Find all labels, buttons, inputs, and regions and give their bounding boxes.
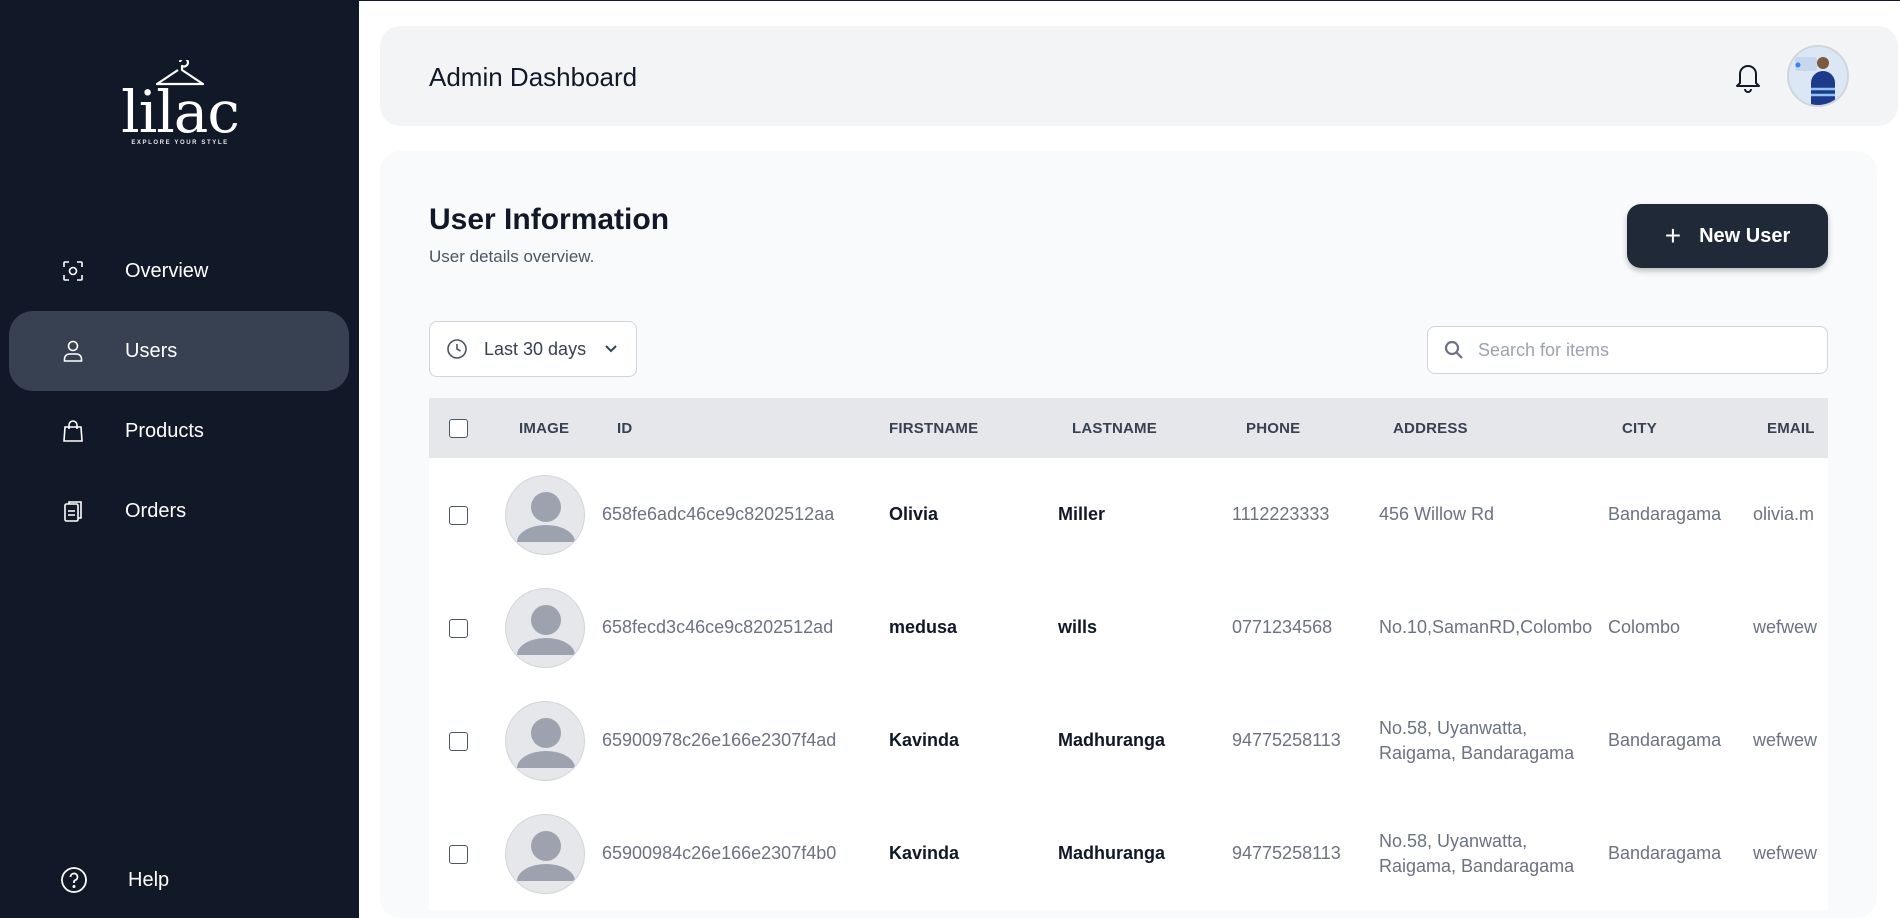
address-line1: No.58, Uyanwatta, — [1379, 717, 1528, 738]
user-lastname: Miller — [1058, 504, 1106, 524]
sidebar-nav: Overview Users Products Orders — [9, 231, 349, 551]
new-user-label: New User — [1699, 224, 1791, 247]
sidebar-item-label: Products — [125, 419, 204, 442]
user-avatar-placeholder — [505, 813, 585, 894]
select-all-checkbox[interactable] — [449, 418, 468, 438]
user-email: wefwew — [1753, 730, 1818, 750]
section-title: User Information — [429, 203, 670, 236]
sidebar-item-label: Orders — [125, 499, 187, 522]
sidebar-item-label: Users — [125, 339, 178, 362]
user-city: Colombo — [1608, 617, 1681, 637]
user-firstname: medusa — [889, 617, 958, 637]
sidebar-item-overview[interactable]: Overview — [9, 231, 349, 311]
user-email: wefwew — [1753, 843, 1818, 863]
column-header-lastname[interactable]: LASTNAME — [1058, 398, 1232, 458]
overview-icon — [61, 259, 85, 283]
clock-icon — [447, 339, 467, 359]
address-line2: Raigama, Bandaragama — [1379, 742, 1575, 763]
column-header-id[interactable]: ID — [602, 398, 875, 458]
row-checkbox[interactable] — [449, 618, 468, 638]
user-id: 65900978c26e166e2307f4ad — [602, 730, 837, 750]
table-row[interactable]: 65900984c26e166e2307f4b0 Kavinda Madhura… — [429, 797, 1828, 910]
user-city: Bandaragama — [1608, 504, 1722, 524]
users-table: IMAGE ID FIRSTNAME LASTNAME PHONE ADDRES… — [429, 398, 1828, 910]
brand-logo[interactable]: lilac EXPLORE YOUR STYLE — [115, 60, 245, 160]
user-lastname: Madhuranga — [1058, 843, 1166, 863]
user-information-panel: User Information User details overview. … — [380, 151, 1877, 918]
user-id: 658fecd3c46ce9c8202512ad — [602, 617, 834, 637]
row-checkbox[interactable] — [449, 844, 468, 864]
user-phone: 1112223333 — [1232, 504, 1330, 524]
table-header-row: IMAGE ID FIRSTNAME LASTNAME PHONE ADDRES… — [429, 398, 1828, 458]
user-avatar-placeholder — [505, 474, 585, 555]
row-checkbox[interactable] — [449, 731, 468, 751]
brand-tagline: EXPLORE YOUR STYLE — [131, 140, 229, 146]
column-header-email[interactable]: EMAIL — [1753, 398, 1828, 458]
user-avatar-placeholder — [505, 700, 585, 781]
user-phone: 0771234568 — [1232, 617, 1333, 637]
help-icon — [61, 867, 87, 893]
user-address: No.58, Uyanwatta, Raigama, Bandaragama — [1379, 797, 1608, 910]
new-user-button[interactable]: + New User — [1627, 204, 1828, 268]
top-border — [359, 0, 1900, 1]
clipboard-icon — [61, 499, 85, 523]
user-id: 658fe6adc46ce9c8202512aa — [602, 504, 835, 524]
user-lastname: wills — [1058, 617, 1098, 637]
date-range-label: Last 30 days — [484, 338, 587, 359]
column-header-image[interactable]: IMAGE — [490, 398, 602, 458]
user-address: No.58, Uyanwatta, Raigama, Bandaragama — [1379, 684, 1608, 797]
search-icon — [1444, 340, 1463, 359]
section-subtitle: User details overview. — [429, 247, 595, 266]
user-firstname: Kavinda — [889, 730, 960, 750]
sidebar: lilac EXPLORE YOUR STYLE Overview Users — [0, 0, 359, 918]
user-email: wefwew — [1753, 617, 1818, 637]
user-avatar-placeholder — [505, 587, 585, 668]
notification-bell-icon[interactable] — [1733, 61, 1763, 93]
user-phone: 94775258113 — [1232, 730, 1341, 750]
user-icon — [61, 339, 85, 363]
column-header-address[interactable]: ADDRESS — [1379, 398, 1608, 458]
address-line1: No.58, Uyanwatta, — [1379, 830, 1528, 851]
table-row[interactable]: 658fecd3c46ce9c8202512ad medusa wills 07… — [429, 571, 1828, 684]
top-header: Admin Dashboard — [380, 26, 1898, 126]
search-box — [1427, 326, 1828, 374]
shopping-bag-icon — [61, 419, 85, 443]
user-city: Bandaragama — [1608, 730, 1722, 750]
search-input[interactable] — [1478, 339, 1818, 361]
user-id: 65900984c26e166e2307f4b0 — [602, 843, 837, 863]
address-line1: No.10,SamanRD,Colombo — [1379, 617, 1593, 637]
row-checkbox[interactable] — [449, 505, 468, 525]
user-firstname: Olivia — [889, 504, 939, 524]
profile-avatar[interactable] — [1787, 45, 1849, 107]
column-header-city[interactable]: CITY — [1608, 398, 1753, 458]
address-line1: 456 Willow Rd — [1379, 504, 1495, 524]
column-header-firstname[interactable]: FIRSTNAME — [875, 398, 1058, 458]
address-line2: Raigama, Bandaragama — [1379, 855, 1575, 876]
sidebar-item-products[interactable]: Products — [9, 391, 349, 471]
help-label: Help — [128, 868, 170, 891]
sidebar-item-orders[interactable]: Orders — [9, 471, 349, 551]
user-phone: 94775258113 — [1232, 843, 1341, 863]
user-address: 456 Willow Rd — [1379, 458, 1608, 571]
date-range-dropdown[interactable]: Last 30 days — [429, 321, 637, 377]
user-lastname: Madhuranga — [1058, 730, 1166, 750]
user-city: Bandaragama — [1608, 843, 1722, 863]
table-row[interactable]: 65900978c26e166e2307f4ad Kavinda Madhura… — [429, 684, 1828, 797]
user-email: olivia.m — [1753, 504, 1815, 524]
brand-name: lilac — [121, 78, 240, 146]
users-table-container[interactable]: IMAGE ID FIRSTNAME LASTNAME PHONE ADDRES… — [429, 398, 1828, 918]
column-header-phone[interactable]: PHONE — [1232, 398, 1379, 458]
table-row[interactable]: 658fe6adc46ce9c8202512aa Olivia Miller 1… — [429, 458, 1828, 571]
plus-icon: + — [1664, 220, 1682, 251]
sidebar-item-label: Overview — [125, 259, 209, 282]
sidebar-item-users[interactable]: Users — [9, 311, 349, 391]
user-address: No.10,SamanRD,Colombo — [1379, 571, 1608, 684]
page-title: Admin Dashboard — [429, 62, 638, 92]
help-link[interactable]: Help — [60, 866, 169, 894]
user-firstname: Kavinda — [889, 843, 960, 863]
chevron-down-icon — [605, 345, 617, 353]
